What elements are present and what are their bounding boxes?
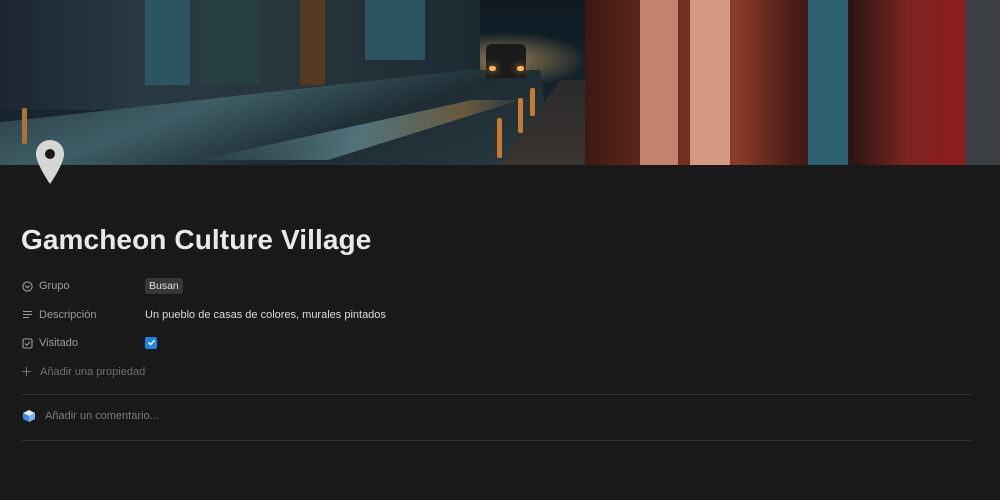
cover-bollard — [497, 118, 502, 158]
divider — [21, 440, 972, 441]
comment-input[interactable]: Añadir un comentario... — [22, 409, 159, 423]
divider — [21, 394, 972, 395]
checkbox-icon — [21, 337, 33, 349]
add-property-label: Añadir una propiedad — [40, 365, 146, 378]
cover-shopfront — [200, 0, 260, 85]
properties-list: Grupo Busan Descripción Un pueblo de cas… — [21, 272, 972, 386]
plus-icon — [21, 366, 33, 378]
property-label: Grupo — [39, 280, 70, 293]
add-property-button[interactable]: Añadir una propiedad — [21, 358, 972, 387]
cover-car — [486, 44, 526, 78]
property-name[interactable]: Visitado — [21, 337, 145, 349]
cover-shopfront — [145, 0, 190, 85]
cover-bollard — [530, 88, 535, 116]
cover-headlight — [517, 66, 524, 71]
property-value-text[interactable]: Un pueblo de casas de colores, murales p… — [145, 309, 386, 321]
property-value[interactable]: Busan — [145, 278, 183, 295]
property-row-grupo[interactable]: Grupo Busan — [21, 272, 972, 301]
property-label: Visitado — [39, 337, 78, 350]
comment-placeholder: Añadir un comentario... — [45, 410, 159, 422]
cover-bollard — [518, 98, 523, 133]
map-pin-icon[interactable] — [34, 138, 66, 186]
cover-shopfront — [300, 0, 325, 85]
property-name[interactable]: Grupo — [21, 280, 145, 292]
cover-bollard — [22, 108, 27, 144]
cube-avatar-icon — [22, 409, 36, 423]
select-icon — [21, 280, 33, 292]
property-label: Descripción — [39, 308, 97, 321]
cover-pillar — [690, 0, 730, 165]
cover-pillar — [640, 0, 678, 165]
text-lines-icon — [21, 309, 33, 321]
property-row-visitado[interactable]: Visitado — [21, 329, 972, 358]
page-title[interactable]: Gamcheon Culture Village — [21, 224, 371, 256]
property-row-descripcion[interactable]: Descripción Un pueblo de casas de colore… — [21, 301, 972, 330]
property-value — [145, 336, 157, 351]
visitado-checkbox[interactable] — [145, 336, 157, 349]
cover-shopfront — [365, 0, 425, 60]
cover-headlight — [489, 66, 496, 71]
tag-busan[interactable]: Busan — [145, 278, 183, 295]
cover-image[interactable] — [0, 0, 1000, 165]
cover-window — [808, 0, 848, 165]
cover-wall-edge — [965, 0, 1000, 165]
property-name[interactable]: Descripción — [21, 309, 145, 321]
